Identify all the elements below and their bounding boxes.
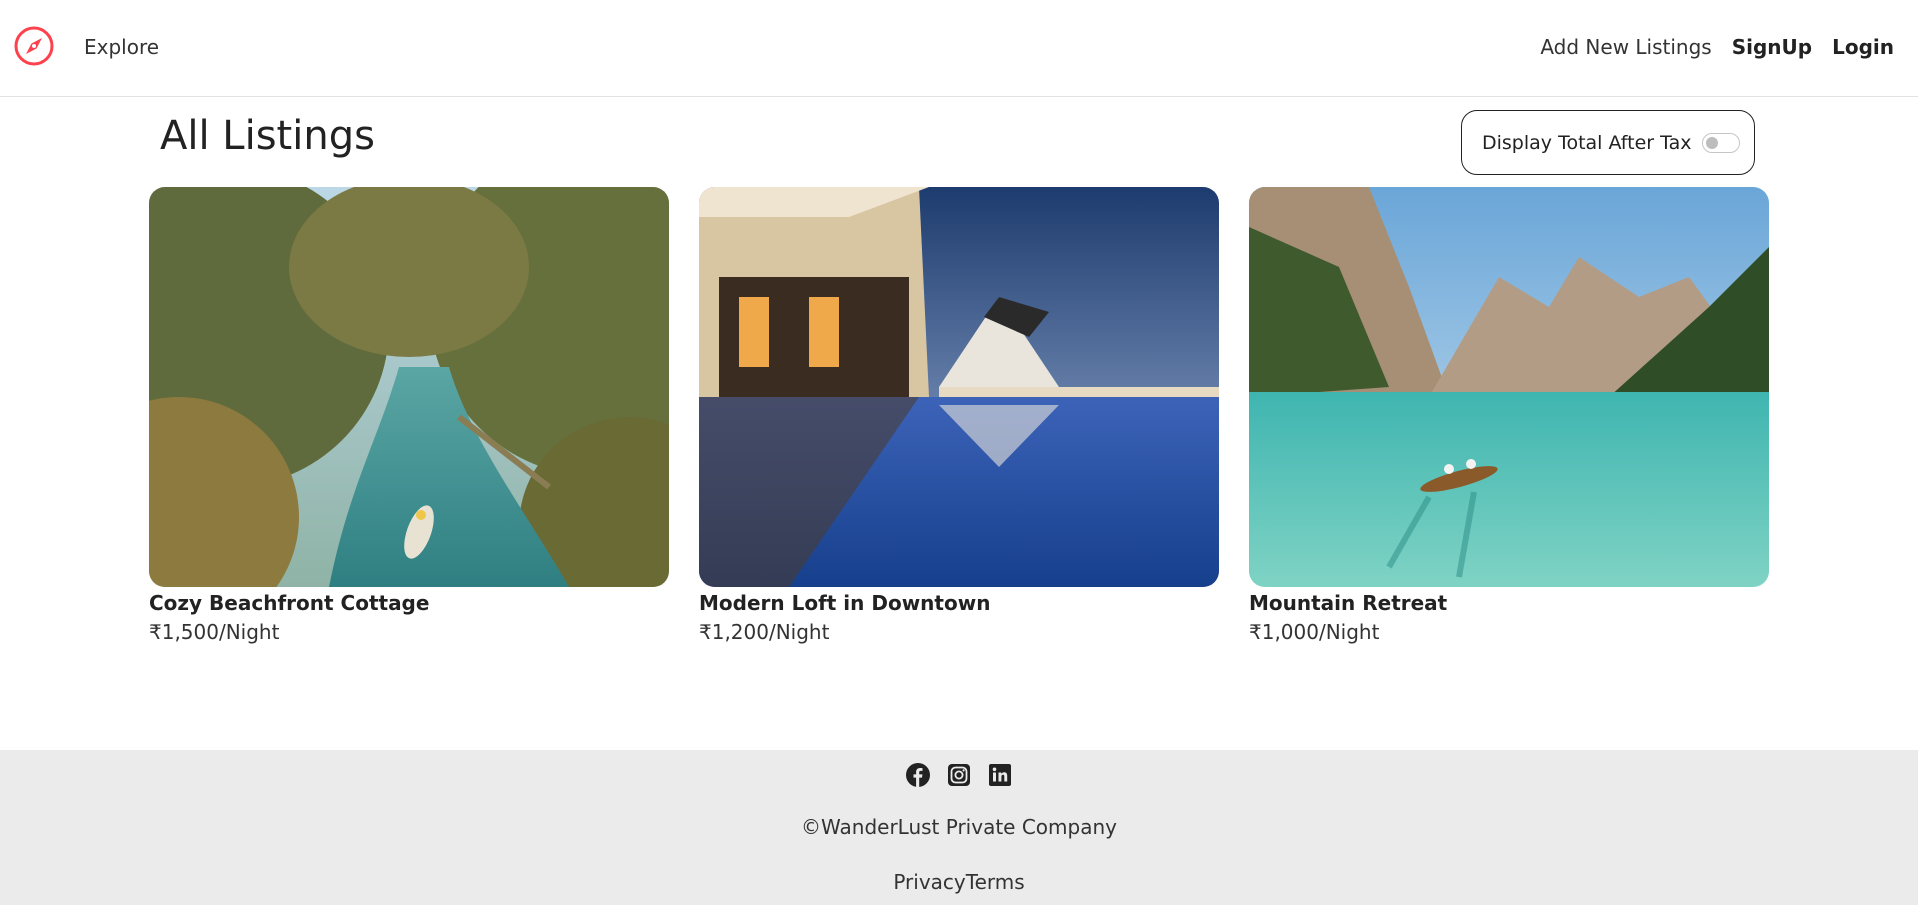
listing-title: Cozy Beachfront Cottage	[149, 591, 430, 615]
listing-price: ₹1,200/Night	[699, 620, 830, 644]
page-title: All Listings	[160, 113, 375, 159]
linkedin-icon[interactable]	[988, 763, 1012, 787]
toggle-knob	[1705, 136, 1718, 149]
add-new-listing-link[interactable]: Add New Listings	[1540, 35, 1711, 59]
listing-title: Mountain Retreat	[1249, 591, 1448, 615]
listing-image[interactable]	[149, 187, 669, 587]
login-link[interactable]: Login	[1832, 35, 1894, 59]
instagram-icon[interactable]	[947, 763, 971, 787]
social-links	[0, 763, 1918, 787]
tax-toggle-box: Display Total After Tax	[1461, 110, 1755, 175]
facebook-icon[interactable]	[906, 763, 930, 787]
listing-card[interactable]: Mountain Retreat ₹1,000/Night	[1249, 187, 1769, 644]
listing-title: Modern Loft in Downtown	[699, 591, 991, 615]
listing-card[interactable]: Modern Loft in Downtown ₹1,200/Night	[699, 187, 1219, 644]
listing-price: ₹1,000/Night	[1249, 620, 1380, 644]
navbar: Explore Add New Listings SignUp Login	[0, 0, 1918, 97]
signup-link[interactable]: SignUp	[1732, 35, 1812, 59]
compass-icon[interactable]	[13, 25, 55, 67]
nav-right-group: Add New Listings SignUp Login	[1540, 35, 1894, 59]
copyright-text: ©WanderLust Private Company	[801, 815, 1117, 839]
tax-toggle-label: Display Total After Tax	[1482, 131, 1692, 154]
listing-price: ₹1,500/Night	[149, 620, 280, 644]
footer: ©WanderLust Private Company PrivacyTerms	[0, 750, 1918, 905]
listing-card[interactable]: Cozy Beachfront Cottage ₹1,500/Night	[149, 187, 669, 644]
tax-toggle-switch[interactable]	[1701, 132, 1740, 153]
footer-links: PrivacyTerms	[0, 870, 1918, 894]
nav-explore-link[interactable]: Explore	[84, 35, 159, 59]
listing-image[interactable]	[1249, 187, 1769, 587]
privacy-link[interactable]: Privacy	[893, 870, 965, 894]
terms-link[interactable]: Terms	[966, 870, 1025, 894]
listing-image[interactable]	[699, 187, 1219, 587]
